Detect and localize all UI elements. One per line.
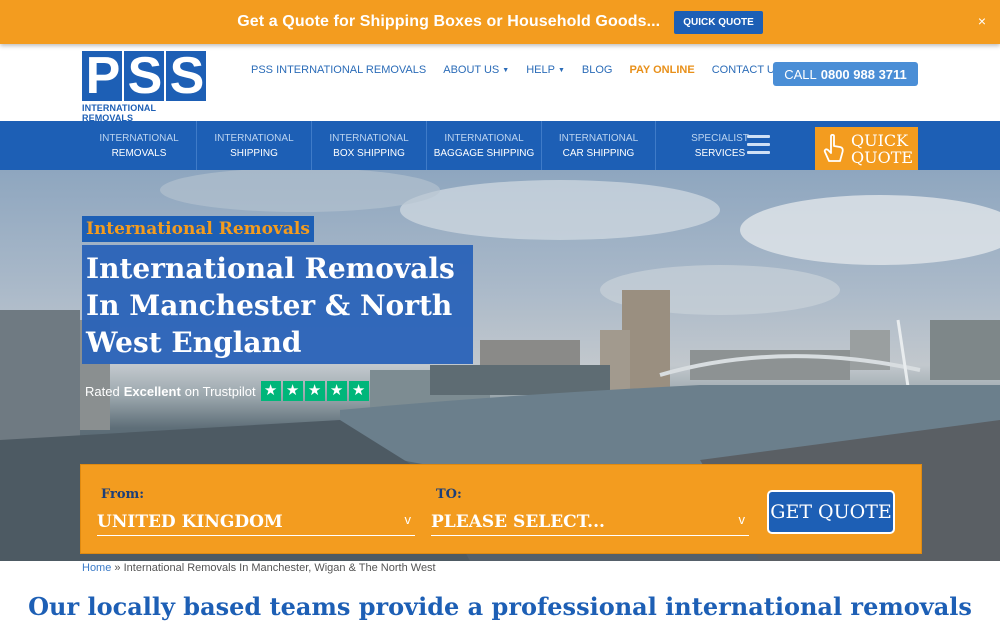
menu-icon[interactable]: [747, 135, 770, 159]
to-label: TO:: [436, 487, 462, 502]
breadcrumb-home[interactable]: Home: [82, 562, 111, 574]
topnav-help[interactable]: HELP ▼: [526, 64, 565, 76]
hand-pointer-icon: [823, 133, 844, 162]
hero-heading: International Removals In Manchester & N…: [86, 252, 455, 359]
nav-baggage-shipping[interactable]: INTERNATIONAL BAGGAGE SHIPPING: [427, 121, 541, 170]
nav-international-shipping[interactable]: INTERNATIONAL SHIPPING: [197, 121, 311, 170]
topnav-pay-online[interactable]: PAY ONLINE: [629, 64, 694, 76]
from-select-value: UNITED KINGDOM: [97, 512, 283, 532]
site-header: P S S INTERNATIONAL REMOVALS PSS INTERNA…: [0, 44, 1000, 123]
call-prefix: CALL: [784, 66, 817, 82]
star-icon: ★: [260, 381, 281, 401]
caret-down-icon: ▼: [502, 66, 510, 74]
nav-line2: BAGGAGE SHIPPING: [433, 147, 535, 159]
nav-car-shipping[interactable]: INTERNATIONAL CAR SHIPPING: [542, 121, 655, 170]
nav-line1: INTERNATIONAL: [444, 132, 524, 144]
top-nav: PSS INTERNATIONAL REMOVALS ABOUT US ▼ HEL…: [251, 64, 782, 76]
call-button[interactable]: CALL 0800 988 3711: [773, 62, 918, 86]
caret-down-icon: ▼: [557, 66, 565, 74]
nav-divider: [655, 121, 656, 170]
star-icon: ★: [348, 381, 369, 401]
call-number: 0800 988 3711: [820, 66, 907, 82]
nav-line1: INTERNATIONAL: [558, 132, 639, 144]
to-select-value: PLEASE SELECT...: [431, 512, 605, 532]
nav-line1: INTERNATIONAL: [329, 132, 409, 144]
intro-heading: Our locally based teams provide a profes…: [28, 592, 972, 621]
breadcrumb: Home » International Removals In Manches…: [82, 562, 436, 574]
topnav-help-label: HELP: [526, 64, 555, 76]
nav-line1: INTERNATIONAL: [214, 132, 294, 144]
quick-quote-line2: QUOTE: [851, 147, 914, 167]
logo-letter-s2: S: [166, 50, 206, 102]
topnav-pss[interactable]: PSS INTERNATIONAL REMOVALS: [251, 64, 426, 76]
breadcrumb-separator: »: [114, 562, 121, 574]
promo-quick-quote-button[interactable]: QUICK QUOTE: [674, 10, 763, 34]
from-label: From:: [101, 487, 145, 502]
rating-prefix: Rated: [85, 383, 120, 399]
rating-word: Excellent: [123, 383, 181, 399]
promo-bar: Get a Quote for Shipping Boxes or Househ…: [0, 0, 1000, 44]
hero-tag: International Removals: [82, 216, 314, 242]
nav-line2: REMOVALS: [111, 147, 167, 159]
get-quote-button[interactable]: GET QUOTE: [767, 490, 895, 534]
logo-letter-p: P: [82, 50, 122, 102]
quick-quote-button[interactable]: QUICK QUOTE: [815, 127, 918, 170]
topnav-contact-us[interactable]: CONTACT US: [712, 64, 783, 76]
close-icon[interactable]: ×: [978, 13, 986, 29]
to-select[interactable]: PLEASE SELECT... v: [431, 512, 749, 536]
rating-suffix: on Trustpilot: [184, 383, 256, 399]
nav-line2: CAR SHIPPING: [562, 147, 635, 159]
star-icon: ★: [282, 381, 303, 401]
topnav-about-label: ABOUT US: [443, 64, 500, 76]
trustpilot-rating[interactable]: Rated Excellent on Trustpilot ★ ★ ★ ★ ★: [85, 381, 371, 401]
chevron-down-icon: v: [738, 512, 746, 527]
quick-quote-label: QUICK QUOTE: [851, 132, 913, 166]
from-select[interactable]: UNITED KINGDOM v: [97, 512, 415, 536]
logo-subtitle: INTERNATIONAL REMOVALS: [82, 103, 156, 123]
chevron-down-icon: v: [404, 512, 412, 527]
logo[interactable]: P S S INTERNATIONAL REMOVALS: [82, 50, 208, 123]
nav-line1: INTERNATIONAL: [99, 132, 179, 144]
star-icon: ★: [326, 381, 347, 401]
quick-quote-line1: QUICK: [851, 130, 909, 150]
promo-text: Get a Quote for Shipping Boxes or Househ…: [237, 13, 661, 30]
nav-international-removals[interactable]: INTERNATIONAL REMOVALS: [82, 121, 196, 170]
breadcrumb-current: International Removals In Manchester, Wi…: [123, 562, 436, 574]
nav-box-shipping[interactable]: INTERNATIONAL BOX SHIPPING: [312, 121, 426, 170]
nav-line2: SHIPPING: [230, 147, 278, 159]
logo-letter-s1: S: [124, 50, 164, 102]
topnav-about-us[interactable]: ABOUT US ▼: [443, 64, 509, 76]
nav-line2: BOX SHIPPING: [333, 147, 405, 159]
topnav-blog[interactable]: BLOG: [582, 64, 613, 76]
trustpilot-stars: ★ ★ ★ ★ ★: [260, 381, 371, 401]
star-icon: ★: [304, 381, 325, 401]
